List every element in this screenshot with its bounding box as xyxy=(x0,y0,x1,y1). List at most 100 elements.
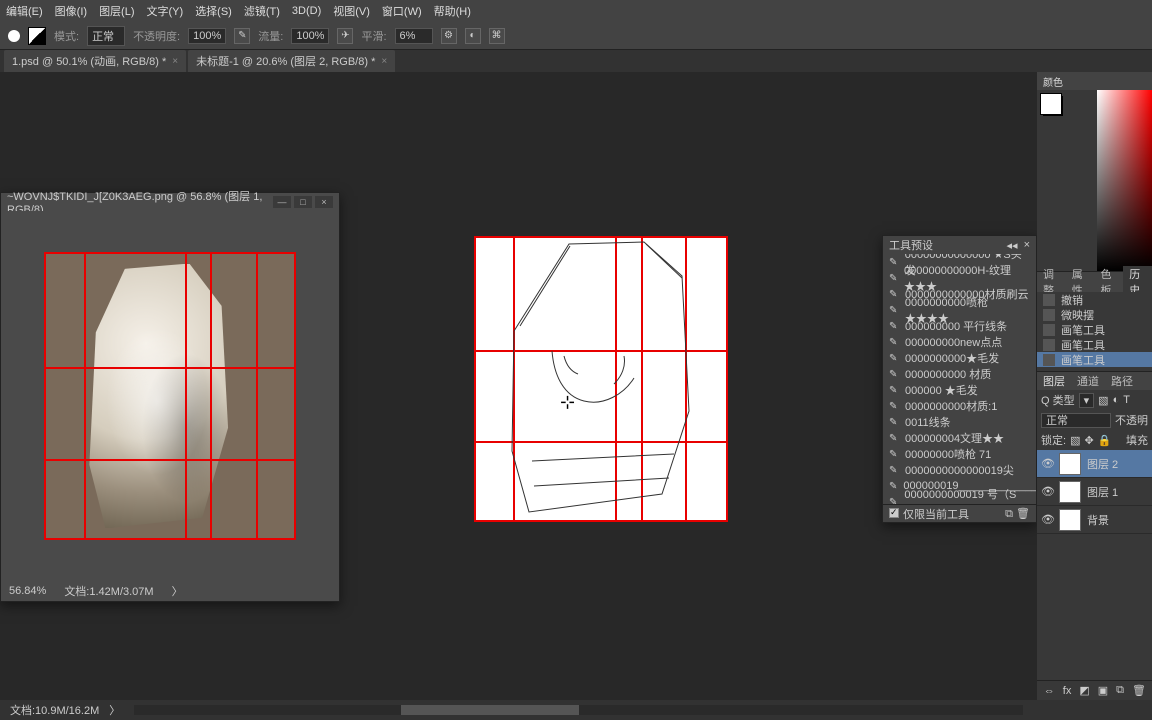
list-item[interactable]: ✎0000000000000019尖 xyxy=(883,462,1036,478)
tool-presets-panel[interactable]: 工具预设 ◂◂× ✎00000000000000 ★S头发 ✎000000000… xyxy=(882,235,1037,523)
list-item[interactable]: ✎0000000000喷枪★★★★ xyxy=(883,302,1036,318)
list-item[interactable]: ✎0000000000材质:1 xyxy=(883,398,1036,414)
brush-preview-icon[interactable] xyxy=(8,30,20,42)
pressure-size-icon[interactable]: ◐ xyxy=(465,28,481,44)
horizontal-scrollbar[interactable] xyxy=(134,705,1023,715)
new-preset-icon[interactable]: ⧉ xyxy=(1005,508,1013,520)
color-panel[interactable]: 颜色 xyxy=(1037,72,1152,272)
layers-panel[interactable]: 图层 通道 路径 Q 类型 ▾ ▧ ◐ T 正常 不透明 锁定: ▧ ✥ 🔒 填… xyxy=(1037,372,1152,700)
window-titlebar[interactable]: ~WOVNJ$TKIDI_J[Z0K3AEG.png @ 56.8% (图层 1… xyxy=(1,193,339,211)
history-item[interactable]: 画笔工具 xyxy=(1037,337,1152,352)
close-icon[interactable]: × xyxy=(381,56,387,67)
filter-type-icon[interactable]: T xyxy=(1123,394,1130,406)
menu-item[interactable]: 视图(V) xyxy=(333,3,370,19)
list-item[interactable]: ✎0011线条 xyxy=(883,414,1036,430)
chevron-right-icon[interactable]: 〉 xyxy=(109,702,120,718)
menu-item[interactable]: 图层(L) xyxy=(99,3,134,19)
mask-icon[interactable]: ◩ xyxy=(1079,684,1089,697)
list-item[interactable]: ✎0000000000019 号（S篇） xyxy=(883,494,1036,504)
trash-icon[interactable]: 🗑 xyxy=(1016,508,1030,520)
color-picker[interactable] xyxy=(1097,90,1152,271)
checkbox[interactable] xyxy=(889,508,899,518)
tab-paths[interactable]: 路径 xyxy=(1105,373,1139,389)
maximize-icon[interactable]: □ xyxy=(294,196,312,208)
blend-mode-select[interactable]: 正常 xyxy=(1041,413,1111,428)
history-item[interactable]: 画笔工具 xyxy=(1037,322,1152,337)
history-item[interactable]: 微映摆 xyxy=(1037,307,1152,322)
main-canvas[interactable] xyxy=(474,236,728,522)
menu-item[interactable]: 选择(S) xyxy=(195,3,232,19)
visibility-icon[interactable]: 👁 xyxy=(1041,457,1053,470)
tab-channels[interactable]: 通道 xyxy=(1071,373,1105,389)
visibility-icon[interactable]: 👁 xyxy=(1041,485,1053,498)
opacity-input[interactable]: 100% xyxy=(188,28,226,44)
list-item[interactable]: ✎0000000000★毛发 xyxy=(883,350,1036,366)
layer-row[interactable]: 👁 图层 2 xyxy=(1037,450,1152,478)
visibility-icon[interactable]: 👁 xyxy=(1041,513,1053,526)
layer-name[interactable]: 图层 2 xyxy=(1087,456,1118,472)
filter-pixel-icon[interactable]: ▧ xyxy=(1098,394,1108,407)
gear-icon[interactable]: ⚙ xyxy=(441,28,457,44)
chevron-right-icon[interactable]: 〉 xyxy=(172,583,183,599)
menu-item[interactable]: 3D(D) xyxy=(292,5,321,17)
foreground-background-swatch[interactable] xyxy=(1043,96,1063,116)
collapse-icon[interactable]: ◂◂ xyxy=(1007,239,1018,252)
document-tab[interactable]: 1.psd @ 50.1% (动画, RGB/8) *× xyxy=(4,50,186,72)
trash-icon[interactable]: 🗑 xyxy=(1132,684,1146,697)
fx-icon[interactable]: fx xyxy=(1063,685,1072,697)
close-icon[interactable]: × xyxy=(315,196,333,208)
symmetry-icon[interactable]: ⌘ xyxy=(489,28,505,44)
history-item[interactable]: 画笔工具 xyxy=(1037,352,1152,367)
menu-item[interactable]: 编辑(E) xyxy=(6,3,43,19)
layer-thumbnail[interactable] xyxy=(1059,509,1081,531)
close-icon[interactable]: × xyxy=(172,56,178,67)
list-item[interactable]: ✎000000004文理★★ xyxy=(883,430,1036,446)
new-layer-icon[interactable]: ⧉ xyxy=(1116,684,1124,697)
tab-layers[interactable]: 图层 xyxy=(1037,373,1071,389)
reference-canvas[interactable] xyxy=(1,211,339,581)
minimize-icon[interactable]: — xyxy=(273,196,291,208)
close-icon[interactable]: × xyxy=(1024,239,1030,252)
filter-kind-select[interactable]: ▾ xyxy=(1079,393,1095,408)
layer-thumbnail[interactable] xyxy=(1059,481,1081,503)
list-item[interactable]: ✎000000000000H-纹理★★★ xyxy=(883,270,1036,286)
lock-position-icon[interactable]: ✥ xyxy=(1084,434,1093,447)
menu-item[interactable]: 滤镜(T) xyxy=(244,3,280,19)
layer-thumbnail[interactable] xyxy=(1059,453,1081,475)
brush-icon: ✎ xyxy=(889,481,897,492)
zoom-level[interactable]: 56.84% xyxy=(9,585,46,597)
list-item[interactable]: ✎0000000000 材质 xyxy=(883,366,1036,382)
panel-header[interactable]: 工具预设 ◂◂× xyxy=(883,236,1036,254)
layer-row[interactable]: 👁 图层 1 xyxy=(1037,478,1152,506)
history-panel[interactable]: 撤销 微映摆 画笔工具 画笔工具 画笔工具 xyxy=(1037,292,1152,372)
layer-name[interactable]: 背景 xyxy=(1087,512,1109,528)
list-item[interactable]: ✎000000000new点点 xyxy=(883,334,1036,350)
menu-item[interactable]: 帮助(H) xyxy=(434,3,471,19)
panel-title[interactable]: 颜色 xyxy=(1037,72,1152,90)
lock-all-icon[interactable]: 🔒 xyxy=(1098,434,1112,447)
history-item[interactable]: 撤销 xyxy=(1037,292,1152,307)
layer-row[interactable]: 👁 背景 xyxy=(1037,506,1152,534)
menu-item[interactable]: 文字(Y) xyxy=(147,3,184,19)
mode-select[interactable]: 正常 xyxy=(87,26,125,46)
scrollbar-thumb[interactable] xyxy=(401,705,579,715)
menu-item[interactable]: 图像(I) xyxy=(55,3,87,19)
flow-input[interactable]: 100% xyxy=(291,28,329,44)
document-tab[interactable]: 未标题-1 @ 20.6% (图层 2, RGB/8) *× xyxy=(188,50,395,72)
group-icon[interactable]: ▣ xyxy=(1098,684,1108,697)
lock-pixels-icon[interactable]: ▧ xyxy=(1070,434,1080,447)
airbrush-icon[interactable]: ✈ xyxy=(337,28,353,44)
brush-swatch-icon[interactable] xyxy=(28,27,46,45)
filter-adjust-icon[interactable]: ◐ xyxy=(1113,394,1120,406)
list-item[interactable]: ✎000000 ★毛发 xyxy=(883,382,1036,398)
brush-icon: ✎ xyxy=(889,385,899,396)
smooth-input[interactable]: 6% xyxy=(395,28,433,44)
pressure-opacity-icon[interactable]: ✎ xyxy=(234,28,250,44)
link-icon[interactable]: ⇔ xyxy=(1044,685,1055,697)
brush-icon: ✎ xyxy=(889,497,898,505)
preset-list[interactable]: ✎00000000000000 ★S头发 ✎000000000000H-纹理★★… xyxy=(883,254,1036,504)
layer-name[interactable]: 图层 1 xyxy=(1087,484,1118,500)
menu-item[interactable]: 窗口(W) xyxy=(382,3,422,19)
reference-window[interactable]: ~WOVNJ$TKIDI_J[Z0K3AEG.png @ 56.8% (图层 1… xyxy=(0,192,340,602)
list-item[interactable]: ✎00000000喷枪 71 xyxy=(883,446,1036,462)
